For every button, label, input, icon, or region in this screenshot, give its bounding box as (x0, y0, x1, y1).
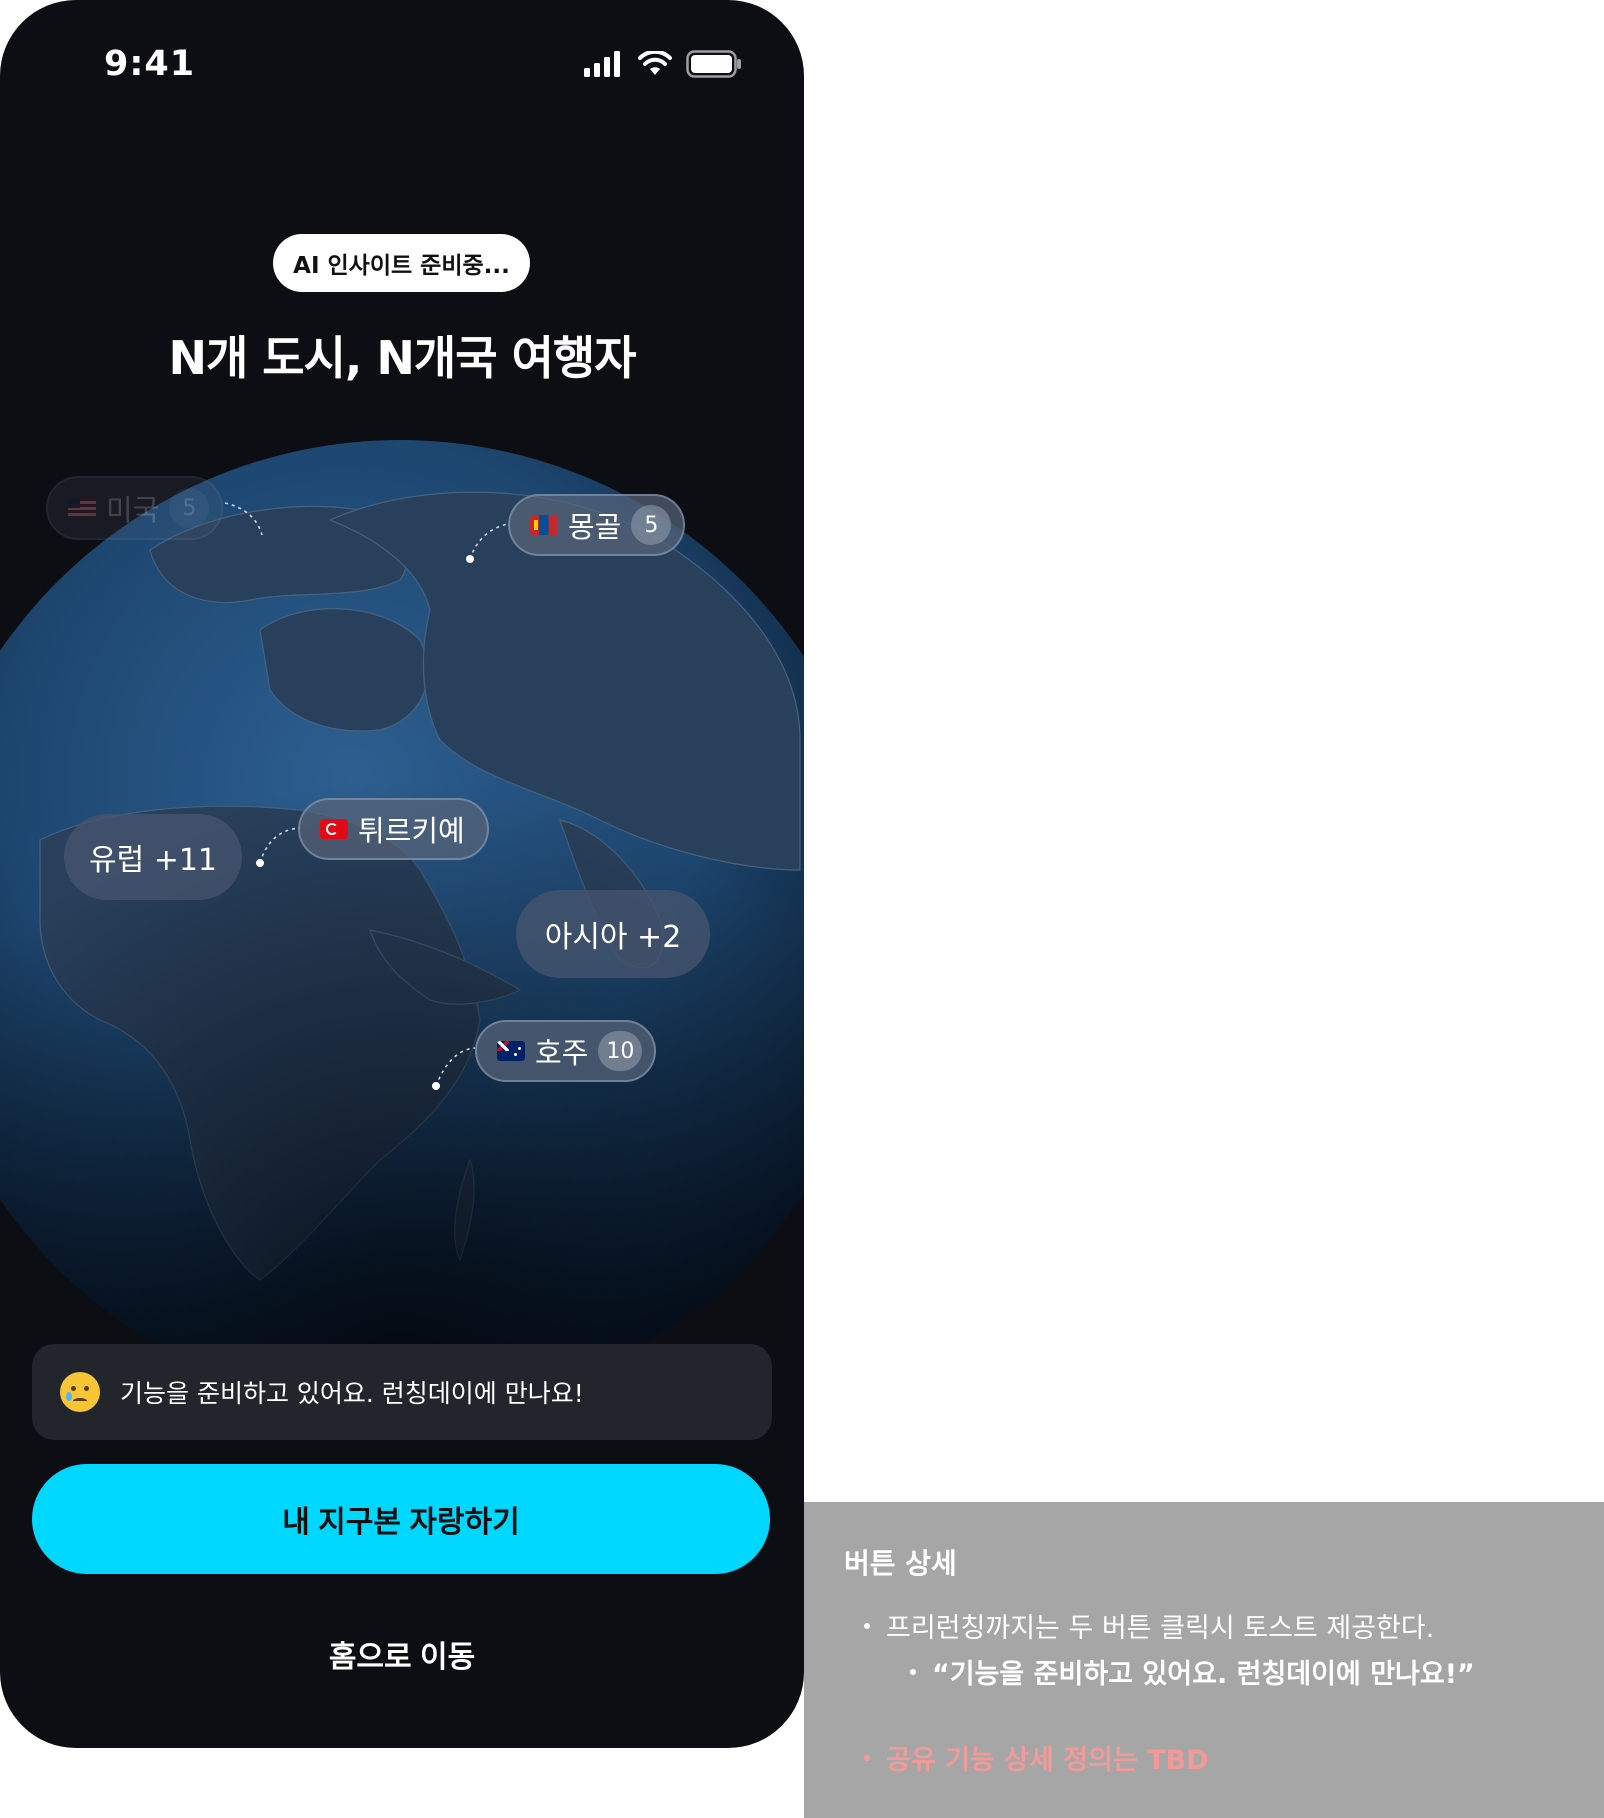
country-name: 호주 (535, 1036, 589, 1070)
status-icons (584, 50, 742, 78)
note-item: “기능을 준비하고 있어요. 런칭데이에 만나요!” (910, 1652, 1475, 1691)
country-chip-australia[interactable]: 호주 10 (475, 1020, 657, 1082)
country-chip-usa[interactable]: 미국 5 (46, 476, 224, 540)
country-chip-turkiye[interactable]: 튀르키예 (298, 798, 489, 860)
annotation-note: 버튼 상세 프리런칭까지는 두 버튼 클릭시 토스트 제공한다. “기능을 준비… (804, 1502, 1604, 1818)
country-name: 미국 (106, 493, 160, 527)
turkiye-flag-icon (320, 819, 348, 839)
region-chip-europe[interactable]: 유럽 +11 (64, 814, 242, 900)
country-name: 몽골 (568, 510, 622, 544)
ai-insight-badge: AI 인사이트 준비중... (273, 234, 530, 292)
note-title: 버튼 상세 (844, 1547, 957, 1580)
battery-icon (686, 50, 741, 78)
country-name: 튀르키예 (358, 814, 465, 848)
country-count: 5 (631, 505, 672, 545)
note-item: 프리런칭까지는 두 버튼 클릭시 토스트 제공한다. (864, 1606, 1434, 1645)
region-chip-asia[interactable]: 아시아 +2 (516, 890, 710, 978)
note-text: 공유 기능 상세 정의는 TBD (886, 1745, 1209, 1776)
status-bar: 9:41 (0, 0, 804, 130)
note-text: “기능을 준비하고 있어요. 런칭데이에 만나요!” (932, 1659, 1475, 1690)
note-item: 공유 기능 상세 정의는 TBD (864, 1738, 1209, 1777)
country-chip-mongolia[interactable]: 몽골 5 (508, 494, 686, 556)
go-home-button[interactable]: 홈으로 이동 (252, 1624, 552, 1684)
country-count: 5 (169, 488, 210, 528)
australia-flag-icon (497, 1041, 525, 1061)
page-title: N개 도시, N개국 여행자 (168, 331, 636, 385)
usa-flag-icon (68, 498, 96, 518)
share-globe-button[interactable]: 내 지구본 자랑하기 (32, 1464, 770, 1574)
phone-screen: 9:41 AI 인사이트 준비중... N개 도시, N개국 여행자 미국 5 … (0, 0, 804, 1748)
country-count: 10 (598, 1031, 643, 1071)
wifi-icon (638, 51, 672, 75)
bullet (910, 1668, 916, 1675)
signal-icon (584, 51, 620, 77)
sad-face-icon (60, 1372, 100, 1412)
mongolia-flag-icon (530, 515, 558, 535)
bullet (864, 1622, 870, 1629)
bullet (864, 1754, 870, 1761)
toast-text: 기능을 준비하고 있어요. 런칭데이에 만나요! (120, 1379, 584, 1408)
note-text: 프리런칭까지는 두 버튼 클릭시 토스트 제공한다. (886, 1613, 1435, 1644)
toast-message: 기능을 준비하고 있어요. 런칭데이에 만나요! (32, 1344, 772, 1440)
status-time: 9:41 (104, 44, 196, 84)
